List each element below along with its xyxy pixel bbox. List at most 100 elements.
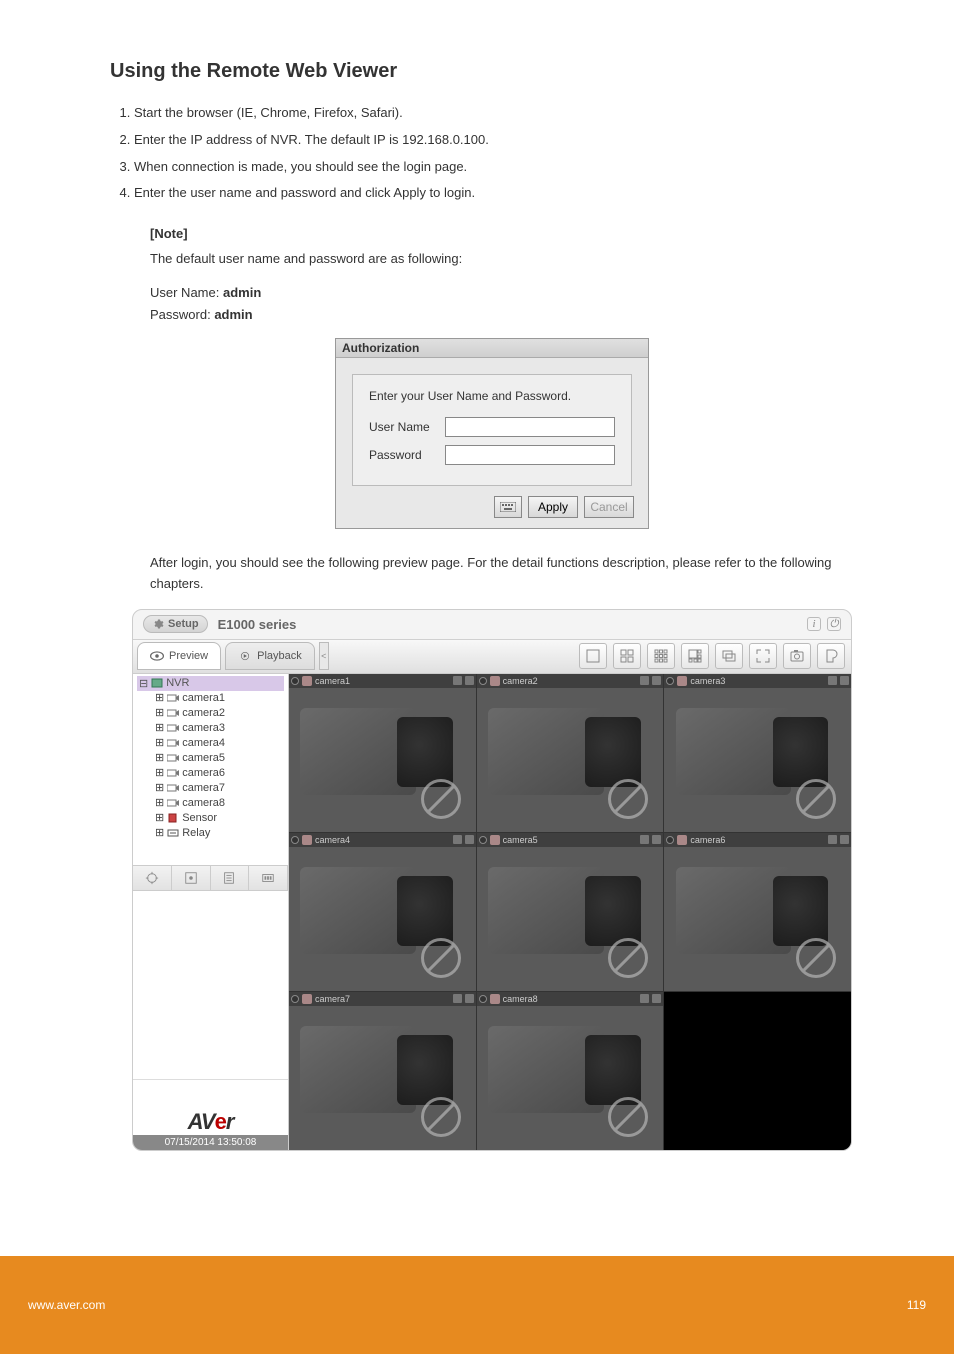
tree-item-camera5[interactable]: ⊞camera5 — [137, 751, 284, 766]
audio-icon[interactable] — [652, 835, 661, 844]
tab-preview[interactable]: Preview — [137, 642, 221, 670]
no-signal-icon — [421, 1097, 461, 1137]
log-button[interactable] — [211, 866, 250, 890]
tree-item-relay[interactable]: ⊞Relay — [137, 826, 284, 841]
power-icon[interactable]: ⏻ — [827, 617, 841, 631]
camera-icon — [167, 723, 179, 733]
layout-3x3-button[interactable] — [647, 643, 675, 669]
no-signal-icon — [608, 938, 648, 978]
camera-icon — [167, 798, 179, 808]
camera-cell-8[interactable]: camera8 — [477, 992, 664, 1150]
tree-item-camera6[interactable]: ⊞camera6 — [137, 766, 284, 781]
camera-cell-6[interactable]: camera6 — [664, 833, 851, 991]
record-dot-icon — [291, 995, 299, 1003]
virtual-keyboard-button[interactable] — [494, 496, 522, 518]
snapshot-button[interactable] — [783, 643, 811, 669]
cell-label: camera5 — [503, 835, 538, 845]
auth-password-input[interactable] — [445, 445, 615, 465]
talk-icon[interactable] — [453, 835, 462, 844]
audio-icon[interactable] — [652, 676, 661, 685]
motion-icon — [302, 676, 312, 686]
auth-username-input[interactable] — [445, 417, 615, 437]
audio-icon[interactable] — [465, 994, 474, 1003]
cell-label: camera3 — [690, 676, 725, 686]
page-footer: www.aver.com 119 — [0, 1256, 954, 1354]
audio-icon[interactable] — [840, 676, 849, 685]
cred-user-value: admin — [223, 285, 261, 300]
camera-cell-5[interactable]: camera5 — [477, 833, 664, 991]
default-credentials: User Name: admin Password: admin — [150, 282, 874, 326]
camera-cell-1[interactable]: camera1 — [289, 674, 476, 832]
audio-icon[interactable] — [840, 835, 849, 844]
auth-password-label: Password — [369, 448, 445, 462]
auth-prompt: Enter your User Name and Password. — [369, 389, 615, 403]
camera-cell-3[interactable]: camera3 — [664, 674, 851, 832]
talk-icon[interactable] — [828, 835, 837, 844]
layout-2x2-button[interactable] — [613, 643, 641, 669]
talk-icon[interactable] — [640, 994, 649, 1003]
timestamp-label: 07/15/2014 13:50:08 — [133, 1135, 288, 1150]
tree-item-camera4[interactable]: ⊞camera4 — [137, 736, 284, 751]
cancel-button[interactable]: Cancel — [584, 496, 634, 518]
fullscreen-button[interactable] — [749, 643, 777, 669]
motion-icon — [302, 835, 312, 845]
camera-cell-empty[interactable] — [664, 992, 851, 1150]
gear-icon — [152, 618, 164, 630]
after-login-text: After login, you should see the followin… — [150, 553, 874, 595]
sidebar-collapse-button[interactable]: < — [319, 642, 329, 670]
tree-item-camera1[interactable]: ⊞camera1 — [137, 691, 284, 706]
camera-cell-4[interactable]: camera4 — [289, 833, 476, 991]
tree-item-camera8[interactable]: ⊞camera8 — [137, 796, 284, 811]
auth-username-label: User Name — [369, 420, 445, 434]
camera-cell-7[interactable]: camera7 — [289, 992, 476, 1150]
camera-icon — [167, 738, 179, 748]
audio-icon[interactable] — [465, 676, 474, 685]
footer-page-number: 119 — [907, 1298, 926, 1312]
setup-button[interactable]: Setup — [143, 615, 208, 633]
tree-item-camera3[interactable]: ⊞camera3 — [137, 721, 284, 736]
audio-icon[interactable] — [652, 994, 661, 1003]
eye-icon — [150, 651, 164, 661]
remote-viewer: Setup E1000 series i ⏻ Preview Playback … — [132, 609, 852, 1151]
info-icon[interactable]: i — [807, 617, 821, 631]
brand-logo: AVer — [133, 1079, 288, 1135]
camera-icon — [167, 768, 179, 778]
talk-icon[interactable] — [828, 676, 837, 685]
emap-button[interactable] — [172, 866, 211, 890]
talk-icon[interactable] — [640, 835, 649, 844]
tab-playback[interactable]: Playback — [225, 642, 315, 670]
steps-list: Start the browser (IE, Chrome, Firefox, … — [110, 103, 874, 204]
ptz-button[interactable] — [133, 866, 172, 890]
audio-icon[interactable] — [465, 835, 474, 844]
nvr-icon — [151, 677, 163, 689]
note-label: [Note] — [150, 226, 188, 241]
talk-icon[interactable] — [640, 676, 649, 685]
note-body: The default user name and password are a… — [150, 249, 874, 270]
layout-1x1-button[interactable] — [579, 643, 607, 669]
apply-button[interactable]: Apply — [528, 496, 578, 518]
viewer-top-bar: Setup E1000 series i ⏻ — [133, 610, 851, 640]
cell-label: camera8 — [503, 994, 538, 1004]
footer-url: www.aver.com — [28, 1298, 105, 1312]
motion-icon — [302, 994, 312, 1004]
tree-root-nvr[interactable]: ⊟ NVR — [137, 676, 284, 691]
cell-label: camera7 — [315, 994, 350, 1004]
io-button[interactable] — [249, 866, 288, 890]
autoscan-button[interactable] — [715, 643, 743, 669]
tree-item-sensor[interactable]: ⊞Sensor — [137, 811, 284, 826]
tree-root-label: NVR — [166, 677, 189, 689]
no-signal-icon — [421, 938, 461, 978]
talk-icon[interactable] — [453, 994, 462, 1003]
record-toggle-button[interactable] — [817, 643, 845, 669]
tab-playback-label: Playback — [257, 650, 302, 662]
minus-icon: ⊟ — [139, 677, 148, 690]
record-dot-icon — [291, 836, 299, 844]
tree-item-camera7[interactable]: ⊞camera7 — [137, 781, 284, 796]
layout-custom-button[interactable] — [681, 643, 709, 669]
camera-cell-2[interactable]: camera2 — [477, 674, 664, 832]
no-signal-icon — [608, 1097, 648, 1137]
talk-icon[interactable] — [453, 676, 462, 685]
tree-item-camera2[interactable]: ⊞camera2 — [137, 706, 284, 721]
motion-icon — [677, 676, 687, 686]
motion-icon — [490, 835, 500, 845]
